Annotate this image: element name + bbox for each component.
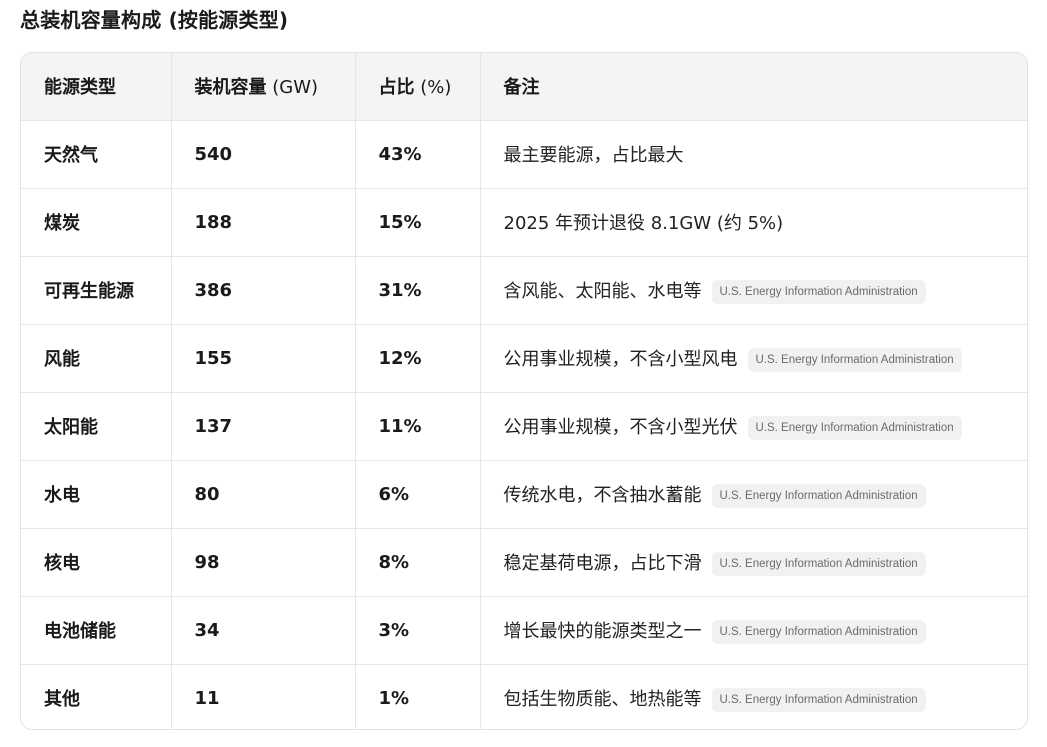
energy-type-cell: 天然气 <box>21 120 172 189</box>
source-citation-badge[interactable]: U.S. Energy Information Administration <box>711 687 926 712</box>
note-cell: 传统水电，不含抽水蓄能 U.S. Energy Information Admin… <box>480 460 1027 529</box>
note-cell: 2025 年预计退役 8.1GW (约 5%) <box>480 188 1027 257</box>
energy-type-cell: 太阳能 <box>21 392 172 461</box>
note-text: 包括生物质能、地热能等 <box>503 688 702 710</box>
header-capacity-unit: (GW) <box>266 77 319 99</box>
note-cell: 稳定基荷电源，占比下滑 U.S. Energy Information Admin… <box>480 528 1027 597</box>
capacity-cell: 188 <box>171 188 356 257</box>
header-energy-type: 能源类型 <box>21 53 172 121</box>
capacity-cell: 540 <box>171 120 356 189</box>
table-row: 核电 98 8% 稳定基荷电源，占比下滑 U.S. Energy Informat… <box>21 528 1027 597</box>
table-header-row: 能源类型 装机容量 (GW) 占比 (%) 备注 <box>21 53 1027 121</box>
share-cell: 11% <box>355 392 481 461</box>
capacity-table-card: 能源类型 装机容量 (GW) 占比 (%) 备注 天然气 540 43% 最主要… <box>20 52 1028 730</box>
table-row: 太阳能 137 11% 公用事业规模，不含小型光伏 U.S. Energy Inf… <box>21 392 1027 461</box>
capacity-cell: 386 <box>171 256 356 325</box>
capacity-cell: 137 <box>171 392 356 461</box>
header-note: 备注 <box>480 53 1027 121</box>
source-citation-badge[interactable]: U.S. Energy Information Administration <box>711 279 926 304</box>
energy-type-cell: 可再生能源 <box>21 256 172 325</box>
capacity-table: 能源类型 装机容量 (GW) 占比 (%) 备注 天然气 540 43% 最主要… <box>21 53 1027 729</box>
note-text: 公用事业规模，不含小型风电 <box>503 348 738 370</box>
share-cell: 12% <box>355 324 481 393</box>
capacity-cell: 11 <box>171 664 356 729</box>
note-cell: 公用事业规模，不含小型风电 U.S. Energy Information Adm… <box>480 324 1027 393</box>
table-row: 电池储能 34 3% 增长最快的能源类型之一 U.S. Energy Inform… <box>21 596 1027 665</box>
share-cell: 6% <box>355 460 481 529</box>
share-cell: 31% <box>355 256 481 325</box>
source-citation-badge[interactable]: U.S. Energy Information Administration <box>711 619 926 644</box>
share-cell: 8% <box>355 528 481 597</box>
source-citation-badge[interactable]: U.S. Energy Information Administration <box>711 551 926 576</box>
source-citation-badge[interactable]: U.S. Energy Information Administration <box>711 483 926 508</box>
note-text: 公用事业规模，不含小型光伏 <box>503 416 738 438</box>
capacity-cell: 80 <box>171 460 356 529</box>
energy-type-cell: 水电 <box>21 460 172 529</box>
energy-type-cell: 风能 <box>21 324 172 393</box>
note-text: 增长最快的能源类型之一 <box>503 620 702 642</box>
energy-type-cell: 其他 <box>21 664 172 729</box>
table-row: 可再生能源 386 31% 含风能、太阳能、水电等 U.S. Energy Inf… <box>21 256 1027 325</box>
header-capacity: 装机容量 (GW) <box>171 53 356 121</box>
share-cell: 43% <box>355 120 481 189</box>
table-row: 天然气 540 43% 最主要能源，占比最大 <box>21 120 1027 189</box>
header-share: 占比 (%) <box>355 53 481 121</box>
note-cell: 含风能、太阳能、水电等 U.S. Energy Information Admin… <box>480 256 1027 325</box>
note-cell: 最主要能源，占比最大 <box>480 120 1027 189</box>
capacity-cell: 98 <box>171 528 356 597</box>
share-cell: 3% <box>355 596 481 665</box>
page-title: 总装机容量构成 (按能源类型) <box>20 8 289 32</box>
capacity-cell: 34 <box>171 596 356 665</box>
energy-type-cell: 煤炭 <box>21 188 172 257</box>
header-share-unit: (%) <box>414 77 452 99</box>
note-text: 稳定基荷电源，占比下滑 <box>503 552 702 574</box>
table-row: 其他 11 1% 包括生物质能、地热能等 U.S. Energy Informat… <box>21 664 1027 729</box>
note-cell: 包括生物质能、地热能等 U.S. Energy Information Admin… <box>480 664 1027 729</box>
note-text: 传统水电，不含抽水蓄能 <box>503 484 702 506</box>
table-body: 天然气 540 43% 最主要能源，占比最大 煤炭 188 15% 2025 年… <box>21 120 1027 729</box>
share-cell: 1% <box>355 664 481 729</box>
energy-type-cell: 核电 <box>21 528 172 597</box>
source-citation-badge[interactable]: U.S. Energy Information Administration <box>747 347 962 372</box>
capacity-cell: 155 <box>171 324 356 393</box>
table-row: 煤炭 188 15% 2025 年预计退役 8.1GW (约 5%) <box>21 188 1027 257</box>
energy-type-cell: 电池储能 <box>21 596 172 665</box>
source-citation-badge[interactable]: U.S. Energy Information Administration <box>747 415 962 440</box>
note-text: 2025 年预计退役 8.1GW (约 5%) <box>503 213 784 234</box>
table-row: 水电 80 6% 传统水电，不含抽水蓄能 U.S. Energy Informat… <box>21 460 1027 529</box>
share-cell: 15% <box>355 188 481 257</box>
note-cell: 增长最快的能源类型之一 U.S. Energy Information Admin… <box>480 596 1027 665</box>
note-text: 含风能、太阳能、水电等 <box>503 280 702 302</box>
note-text: 最主要能源，占比最大 <box>503 145 684 166</box>
table-row: 风能 155 12% 公用事业规模，不含小型风电 U.S. Energy Info… <box>21 324 1027 393</box>
note-cell: 公用事业规模，不含小型光伏 U.S. Energy Information Adm… <box>480 392 1027 461</box>
